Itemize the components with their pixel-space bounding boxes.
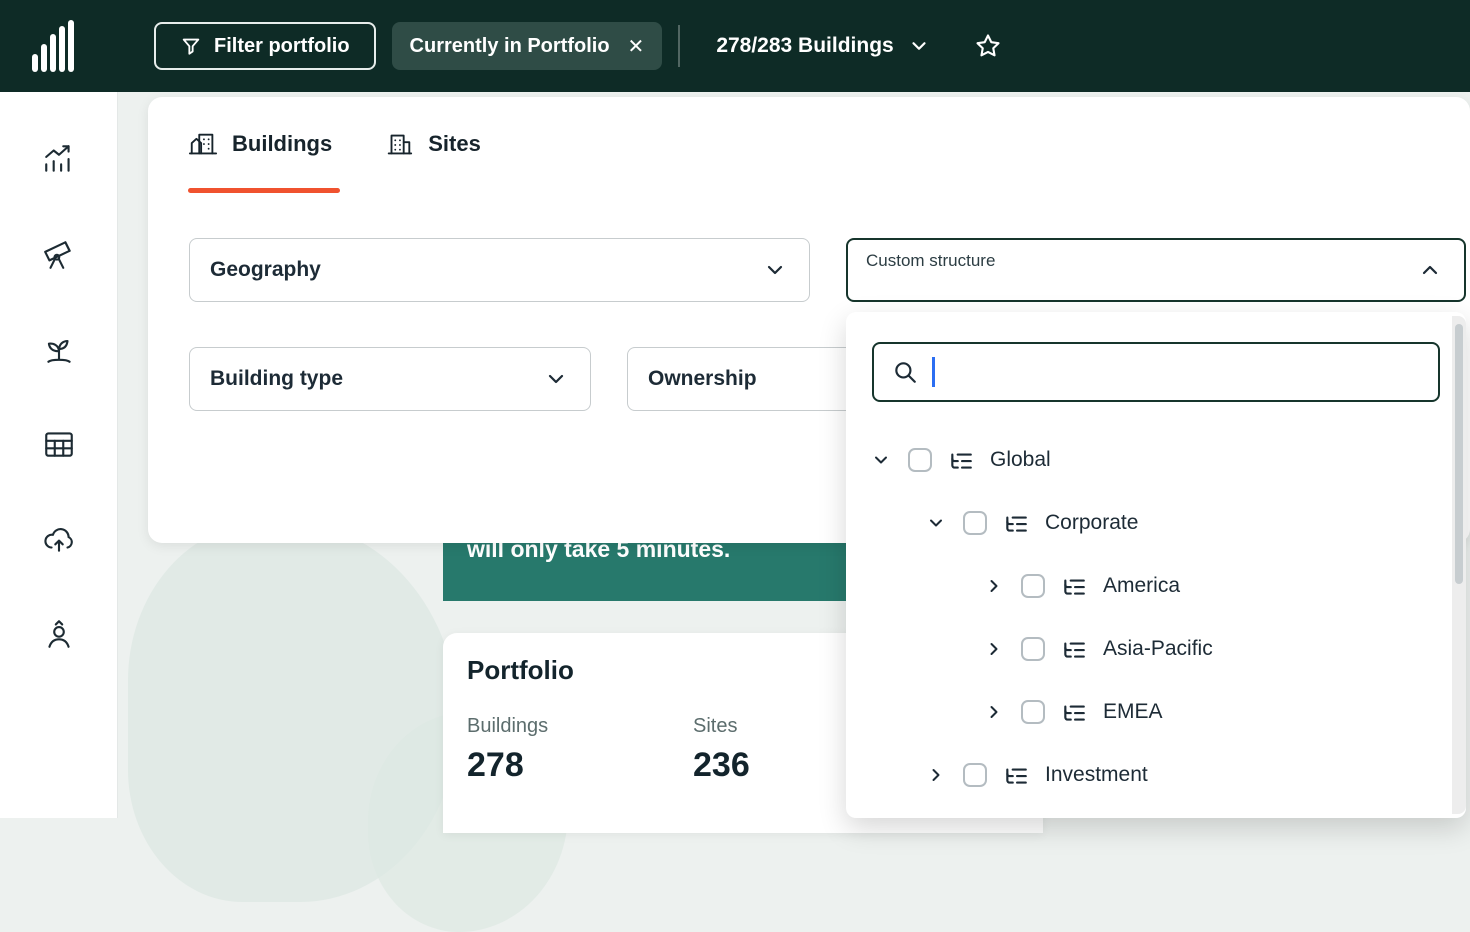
sidebar-item-account[interactable] [39, 617, 79, 651]
stat-label: Sites [693, 715, 750, 738]
favorite-button[interactable] [974, 32, 1002, 60]
star-icon [974, 32, 1002, 60]
sidebar-item-explore[interactable] [39, 237, 79, 271]
dropdown-label: Geography [210, 258, 321, 282]
buildings-icon [188, 130, 218, 158]
building-type-dropdown[interactable]: Building type [189, 347, 591, 411]
tab-sites[interactable]: Sites [384, 130, 481, 158]
active-tab-indicator [188, 188, 340, 193]
sidebar-item-performance[interactable] [39, 142, 79, 176]
tree-item-asia-pacific[interactable]: Asia-Pacific [846, 617, 1446, 680]
chevron-down-icon[interactable] [925, 512, 947, 534]
checkbox[interactable] [1021, 574, 1045, 598]
tab-bar: Buildings Sites [188, 130, 481, 158]
tab-label: Sites [428, 131, 481, 157]
tree-item-corporate[interactable]: Corporate [846, 491, 1446, 554]
filter-icon [180, 35, 202, 57]
tree-item-emea[interactable]: EMEA [846, 680, 1446, 743]
custom-structure-dropdown[interactable]: Custom structure [846, 238, 1466, 302]
user-icon [42, 618, 76, 650]
geography-dropdown[interactable]: Geography [189, 238, 810, 302]
checkbox[interactable] [908, 448, 932, 472]
table-icon [42, 428, 76, 460]
hierarchy-icon [1003, 762, 1029, 788]
cloud-upload-icon [42, 523, 76, 555]
hierarchy-icon [1061, 636, 1087, 662]
sidebar-item-table[interactable] [39, 427, 79, 461]
app-logo [30, 18, 82, 74]
stat-sites: Sites 236 [693, 715, 750, 785]
custom-structure-panel: Global Corporate America [846, 312, 1466, 818]
chevron-right-icon[interactable] [925, 764, 947, 786]
chevron-up-icon [1418, 258, 1442, 282]
tree-item-label: Investment [1045, 763, 1148, 787]
chevron-down-icon[interactable] [870, 449, 892, 471]
tree-item-label: EMEA [1103, 700, 1163, 724]
checkbox[interactable] [1021, 637, 1045, 661]
tree-item-america[interactable]: America [846, 554, 1446, 617]
hierarchy-icon [1003, 510, 1029, 536]
close-icon[interactable]: ✕ [628, 34, 645, 59]
tab-label: Buildings [232, 131, 332, 157]
stat-label: Buildings [467, 715, 548, 738]
dropdown-label: Custom structure [866, 251, 995, 271]
stat-value: 278 [467, 746, 548, 785]
tree-search-input[interactable] [872, 342, 1440, 402]
performance-chart-icon [42, 143, 76, 175]
chevron-down-icon [908, 35, 930, 57]
hierarchy-icon [948, 447, 974, 473]
chevron-right-icon[interactable] [983, 638, 1005, 660]
tab-buildings[interactable]: Buildings [188, 130, 332, 158]
text-cursor [932, 357, 935, 387]
topbar-divider [678, 25, 680, 67]
tree-item-global[interactable]: Global [846, 428, 1446, 491]
tree-item-label: Asia-Pacific [1103, 637, 1213, 661]
scrollbar-thumb[interactable] [1455, 324, 1463, 584]
chevron-down-icon [763, 258, 787, 282]
filter-button-label: Filter portfolio [214, 35, 350, 58]
chevron-right-icon[interactable] [983, 575, 1005, 597]
chip-label: Currently in Portfolio [410, 35, 610, 58]
sidebar-nav [0, 92, 118, 818]
scrollbar-track[interactable] [1452, 316, 1466, 814]
chevron-down-icon [544, 367, 568, 391]
telescope-icon [42, 238, 76, 270]
tree-item-investment[interactable]: Investment [846, 743, 1446, 806]
stat-value: 236 [693, 746, 750, 785]
filter-portfolio-button[interactable]: Filter portfolio [154, 22, 376, 70]
hierarchy-icon [1061, 573, 1087, 599]
sidebar-item-upload[interactable] [39, 522, 79, 556]
dropdown-label: Ownership [648, 367, 757, 391]
structure-tree: Global Corporate America [846, 428, 1446, 806]
chevron-right-icon[interactable] [983, 701, 1005, 723]
buildings-count-label: 278/283 Buildings [716, 34, 893, 58]
tree-item-label: Corporate [1045, 511, 1138, 535]
sidebar-item-sustainability[interactable] [39, 332, 79, 366]
top-bar: Filter portfolio Currently in Portfolio … [0, 0, 1470, 92]
portfolio-card-title: Portfolio [467, 655, 574, 686]
dropdown-label: Building type [210, 367, 343, 391]
stat-buildings: Buildings 278 [467, 715, 548, 785]
buildings-count-dropdown[interactable]: 278/283 Buildings [716, 34, 929, 58]
checkbox[interactable] [1021, 700, 1045, 724]
sustainability-icon [42, 333, 76, 365]
search-icon [892, 359, 918, 385]
hierarchy-icon [1061, 699, 1087, 725]
checkbox[interactable] [963, 763, 987, 787]
checkbox[interactable] [963, 511, 987, 535]
portfolio-filter-chip[interactable]: Currently in Portfolio ✕ [392, 22, 663, 70]
tree-item-label: America [1103, 574, 1180, 598]
sites-icon [384, 130, 414, 158]
tree-item-label: Global [990, 448, 1051, 472]
